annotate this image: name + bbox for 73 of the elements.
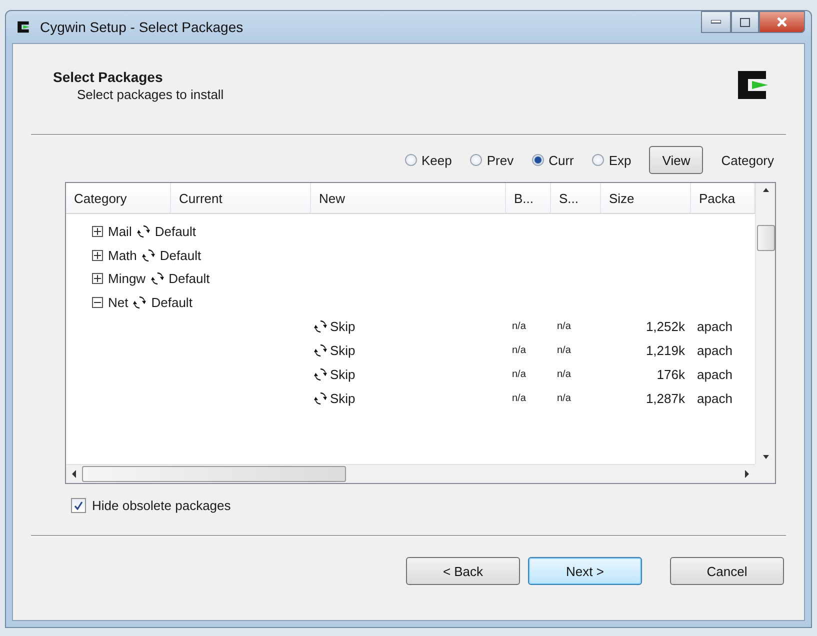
category-action[interactable]: Default	[160, 248, 202, 263]
table-cell-text: n/a	[556, 320, 572, 332]
expand-toggle[interactable]	[92, 273, 103, 284]
close-icon	[777, 17, 787, 27]
cycle-icon	[136, 225, 150, 238]
table-cell-text: n/a	[511, 344, 527, 356]
dialog-button[interactable]: < Back	[406, 557, 520, 585]
table-cell-text: apach	[696, 342, 734, 358]
page-subtitle: Select packages to install	[76, 86, 224, 102]
maximize-button[interactable]	[731, 11, 759, 33]
package-action[interactable]: Skip	[330, 342, 356, 358]
vertical-scrollbar[interactable]	[755, 183, 775, 464]
dialog-button[interactable]: Cancel	[670, 557, 784, 585]
table-cell-text: 1,252k	[644, 318, 686, 334]
category-name: Mail	[108, 224, 132, 240]
table-cell-text: apach	[696, 390, 734, 406]
radio-option[interactable]: Keep	[404, 152, 452, 168]
package-action[interactable]: Skip	[330, 318, 356, 334]
table-cell-text: n/a	[511, 320, 527, 332]
category-name: Math	[108, 248, 137, 263]
cycle-icon	[142, 248, 155, 262]
category-action[interactable]: Default	[154, 224, 196, 240]
table-cell-text: n/a	[556, 392, 572, 404]
page-title: Select Packages	[53, 68, 164, 84]
check-icon	[74, 501, 83, 510]
category-action[interactable]: Default	[151, 294, 192, 310]
dialog-button[interactable]: Next >	[528, 557, 642, 585]
table-cell-text: 1,287k	[644, 390, 686, 406]
view-mode-label: Category	[721, 152, 774, 168]
category-action[interactable]: Default	[168, 271, 210, 286]
hide-obsolete-checkbox[interactable]: Hide obsolete packages	[71, 498, 804, 513]
column-header[interactable]: Category	[66, 183, 171, 213]
close-button[interactable]	[759, 11, 805, 33]
radio-option[interactable]: Exp	[592, 152, 632, 168]
column-header[interactable]: Current	[171, 183, 311, 213]
column-header[interactable]: Size	[601, 183, 691, 213]
table-cell-text: 176k	[656, 366, 686, 382]
cycle-icon	[314, 320, 327, 332]
scroll-left-icon[interactable]	[70, 469, 78, 479]
minimize-button[interactable]	[701, 11, 731, 33]
cycle-icon	[133, 296, 146, 309]
radio-option[interactable]: Curr	[532, 152, 574, 168]
expand-toggle[interactable]	[92, 296, 103, 308]
horizontal-scrollbar[interactable]	[66, 464, 755, 483]
cycle-icon	[314, 344, 327, 356]
table-cell-text: 1,219k	[644, 342, 686, 358]
category-name: Net	[108, 294, 128, 310]
scroll-right-icon[interactable]	[743, 469, 751, 479]
minimize-icon	[711, 20, 721, 24]
cycle-icon	[314, 368, 327, 380]
expand-toggle[interactable]	[92, 250, 103, 261]
column-header[interactable]: S...	[551, 183, 601, 213]
table-cell-text: apach	[696, 366, 734, 382]
table-cell-text: n/a	[556, 368, 572, 380]
table-cell-text: apach	[696, 318, 734, 334]
scroll-thumb[interactable]	[82, 466, 346, 482]
category-name: Mingw	[108, 271, 146, 286]
window-title: Cygwin Setup - Select Packages	[40, 19, 244, 35]
cycle-icon	[314, 392, 327, 404]
column-header[interactable]: B...	[506, 183, 551, 213]
table-cell-text: n/a	[556, 344, 572, 356]
maximize-icon	[740, 18, 750, 26]
app-icon	[16, 19, 32, 35]
view-button[interactable]: View	[649, 146, 704, 174]
table-cell-text: n/a	[511, 392, 527, 404]
cycle-icon	[150, 272, 164, 286]
package-action[interactable]: Skip	[330, 366, 356, 382]
column-header[interactable]: New	[311, 183, 506, 213]
scroll-thumb[interactable]	[756, 225, 774, 251]
radio-option[interactable]: Prev	[470, 152, 514, 168]
expand-toggle[interactable]	[92, 226, 103, 238]
package-action[interactable]: Skip	[330, 390, 356, 406]
table-cell-text: n/a	[511, 368, 527, 380]
